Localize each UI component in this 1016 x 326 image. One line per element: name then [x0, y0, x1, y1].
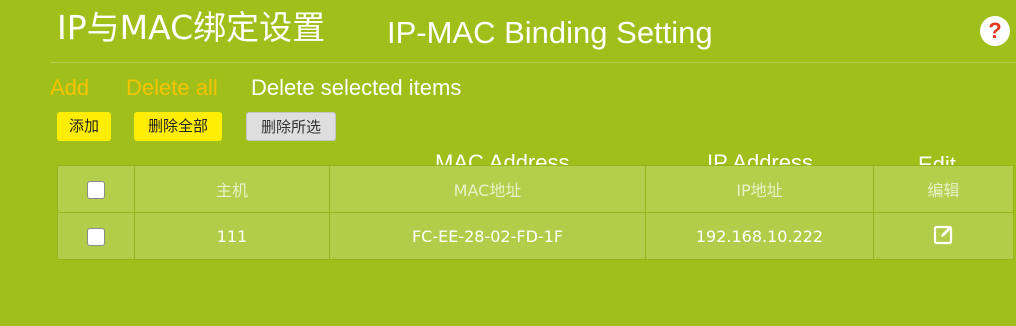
row-checkbox[interactable]	[87, 227, 105, 246]
column-header-host: 主机	[134, 165, 330, 213]
edit-icon[interactable]	[933, 223, 955, 249]
select-all-checkbox[interactable]	[87, 180, 105, 199]
table-header-row: 主机 MAC地址 IP地址 编辑	[57, 165, 1014, 213]
column-header-ip: IP地址	[645, 165, 874, 213]
header-divider	[50, 62, 1016, 63]
add-button[interactable]: 添加	[57, 112, 111, 141]
help-icon[interactable]: ?	[980, 16, 1010, 46]
page-title-cn: IP与MAC绑定设置	[57, 8, 326, 47]
mac-cell: FC-EE-28-02-FD-1F	[329, 212, 646, 260]
page-title-en: IP-MAC Binding Setting	[387, 15, 713, 50]
annotation-delete-all: Delete all	[126, 75, 218, 100]
table-row: 111 FC-EE-28-02-FD-1F 192.168.10.222	[57, 212, 1014, 260]
ip-cell: 192.168.10.222	[645, 212, 874, 260]
delete-all-button[interactable]: 删除全部	[134, 112, 222, 141]
edit-cell	[873, 212, 1014, 260]
column-header-edit: 编辑	[873, 165, 1014, 213]
row-select-cell	[57, 212, 135, 260]
select-all-cell	[57, 165, 135, 213]
annotation-add: Add	[50, 75, 90, 100]
delete-selected-button[interactable]: 删除所选	[246, 112, 336, 141]
host-cell: 111	[134, 212, 330, 260]
annotation-delete-selected: Delete selected items	[251, 75, 462, 100]
column-header-mac: MAC地址	[329, 165, 646, 213]
binding-table: 主机 MAC地址 IP地址 编辑 111 FC-EE-28-02-FD-1F 1…	[57, 165, 1014, 260]
